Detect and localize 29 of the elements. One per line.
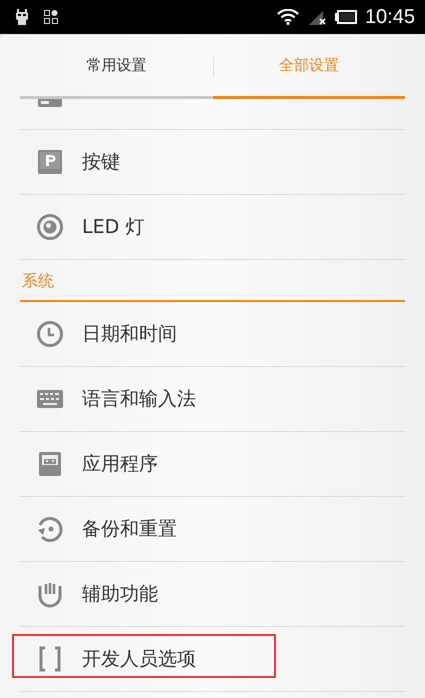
item-label: 开发人员选项 [82,647,196,672]
item-label: 应用程序 [82,452,158,477]
section-header: 系统 [20,260,405,302]
settings-item[interactable]: 备份和重置 [20,497,405,562]
settings-item[interactable]: LED 灯 [20,195,405,260]
grid-icon [44,10,58,24]
settings-item[interactable]: 开发人员选项 [20,627,405,692]
robot-window-icon [36,450,64,478]
item-label: LED 灯 [82,215,144,240]
p-key-icon [36,148,64,176]
item-label: 辅助功能 [82,582,158,607]
settings-item[interactable]: 语言和输入法 [20,367,405,432]
wifi-icon [276,9,299,25]
ring-icon [36,213,64,241]
hand-icon [36,580,64,608]
item-label: 备份和重置 [82,517,177,542]
settings-item[interactable]: 应用程序 [20,432,405,497]
battery-icon [334,10,357,24]
clock-icon [36,320,64,348]
signal-icon [306,9,327,25]
item-label: 按键 [82,150,120,175]
robot-icon [14,8,30,26]
circular-arrow-icon [36,515,64,543]
item-label: 日期和时间 [82,322,177,347]
settings-item[interactable]: 辅助功能 [20,562,405,627]
settings-item[interactable]: 按键 [20,130,405,195]
settings-item[interactable]: 日期和时间 [20,302,405,367]
item-label: 语言和输入法 [82,387,196,412]
clock-time: 10:45 [364,6,415,28]
